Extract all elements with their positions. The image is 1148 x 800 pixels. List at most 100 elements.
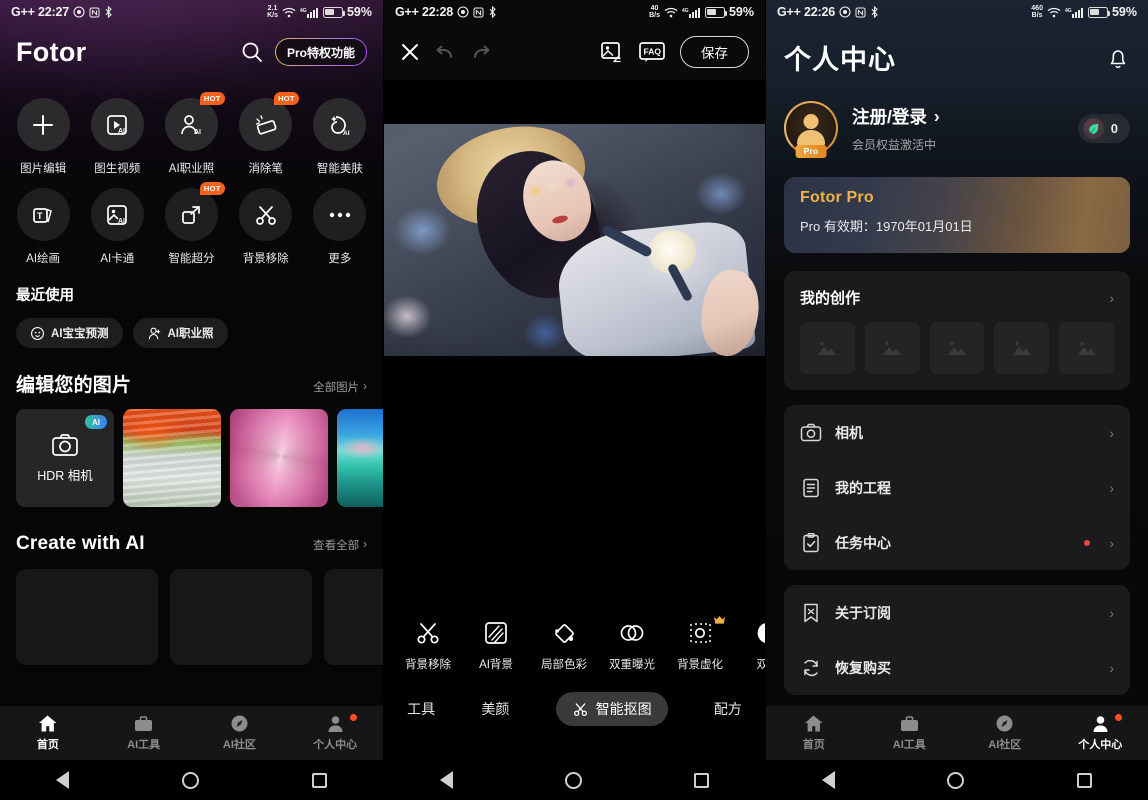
search-icon[interactable] xyxy=(235,35,269,69)
image-placeholder-icon[interactable] xyxy=(994,322,1050,374)
tab-label: AI社区 xyxy=(988,739,1022,751)
tool-eraser[interactable]: HOT 消除笔 xyxy=(229,92,303,176)
editor-tool-strip: 背景移除 AI背景 局部色彩 双重曝光 背景虚化 xyxy=(384,610,765,672)
undo-icon[interactable] xyxy=(434,42,456,62)
image-placeholder-icon[interactable] xyxy=(1059,322,1114,374)
tool-label: AI绘画 xyxy=(26,253,61,265)
points-badge[interactable]: 0 xyxy=(1077,113,1130,143)
recent-chip-ai-headshot[interactable]: AI职业照 xyxy=(132,318,228,348)
menu-group-primary: 相机 › 我的工程 › 任务中心 › xyxy=(784,405,1130,570)
tab-label: 个人中心 xyxy=(313,739,358,751)
wifi-icon xyxy=(1047,7,1061,18)
tab-profile[interactable]: 个人中心 xyxy=(1053,714,1148,752)
faq-icon[interactable]: FAQ xyxy=(638,41,666,63)
tool-smart-skin[interactable]: AI 智能美肤 xyxy=(303,98,377,176)
tool-image-edit[interactable]: 图片编辑 xyxy=(6,98,80,176)
menu-item-my-projects[interactable]: 我的工程 › xyxy=(784,460,1130,515)
recent-chip-ai-baby[interactable]: AI宝宝预测 xyxy=(16,318,123,348)
back-triangle-icon[interactable] xyxy=(56,771,70,789)
edited-photo[interactable] xyxy=(384,124,765,356)
tool-ai-painting[interactable]: T AI绘画 xyxy=(6,188,80,266)
ai-card[interactable] xyxy=(324,569,383,665)
image-placeholder-icon[interactable] xyxy=(864,322,920,374)
hdr-camera-card[interactable]: AI HDR 相机 xyxy=(16,409,114,507)
tab-label: 个人中心 xyxy=(1078,739,1123,751)
ai-card[interactable] xyxy=(170,569,312,665)
tab-profile[interactable]: 个人中心 xyxy=(287,714,383,752)
tool-image-to-video[interactable]: AI 图生视频 xyxy=(80,98,154,176)
tab-label: 智能抠图 xyxy=(595,701,652,717)
photo-thumbnail[interactable] xyxy=(123,409,221,507)
view-all-link[interactable]: 查看全部 › xyxy=(313,537,367,555)
chip-label: AI宝宝预测 xyxy=(51,328,109,340)
person-icon xyxy=(1090,714,1111,733)
tab-ai-tools[interactable]: AI工具 xyxy=(96,714,192,752)
editor-tool-duotone[interactable]: 双色 xyxy=(734,610,765,672)
recent-chip-list: AI宝宝预测 AI职业照 xyxy=(16,318,367,348)
image-placeholder-icon[interactable] xyxy=(929,322,985,374)
image-swap-icon[interactable] xyxy=(600,41,624,63)
tool-ai-headshot[interactable]: HOT AI AI职业照 xyxy=(154,92,228,176)
ai-card[interactable] xyxy=(16,569,158,665)
pro-features-button[interactable]: Pro特权功能 xyxy=(275,38,367,66)
editor-tool-double-exposure[interactable]: 双重曝光 xyxy=(598,610,666,672)
editor-tool-local-color[interactable]: 局部色彩 xyxy=(530,610,598,672)
my-works-header[interactable]: 我的创作 › xyxy=(784,271,1130,308)
tool-super-resolution[interactable]: HOT 智能超分 xyxy=(154,182,228,266)
editor-tab-recipe[interactable]: 配方 xyxy=(714,699,742,719)
save-button[interactable]: 保存 xyxy=(680,36,749,68)
menu-item-restore-purchase[interactable]: 恢复购买 › xyxy=(784,640,1130,695)
profile-row[interactable]: Pro 注册/登录 › 会员权益激活中 0 xyxy=(766,77,1148,158)
bell-icon[interactable] xyxy=(1106,45,1130,70)
menu-item-about-subscription[interactable]: 关于订阅 › xyxy=(784,585,1130,640)
expand-icon xyxy=(164,188,218,241)
menu-item-camera[interactable]: 相机 › xyxy=(784,405,1130,460)
tab-ai-tools[interactable]: AI工具 xyxy=(862,714,958,752)
editor-tool-ai-background[interactable]: AI背景 xyxy=(462,610,530,672)
svg-text:AI: AI xyxy=(118,128,125,135)
close-icon[interactable] xyxy=(400,42,420,62)
photo-thumbnail[interactable] xyxy=(337,409,383,507)
editor-tool-background-blur[interactable]: 背景虚化 xyxy=(666,610,734,672)
menu-label: 我的工程 xyxy=(835,479,891,496)
recents-square-icon[interactable] xyxy=(311,772,327,788)
status-bar: G++ 22:27 2.1 K/s 4G 59% xyxy=(0,0,383,24)
image-ai-icon: AI xyxy=(90,188,144,241)
tab-home[interactable]: 首页 xyxy=(0,714,96,752)
tab-ai-community[interactable]: AI社区 xyxy=(957,714,1053,752)
tab-ai-community[interactable]: AI社区 xyxy=(192,714,288,752)
status-bar: G++ 22:28 40 B/s 4G 59% xyxy=(384,0,765,24)
editor-tab-tools[interactable]: 工具 xyxy=(407,699,435,719)
editor-tab-smart-cutout[interactable]: 智能抠图 xyxy=(555,692,668,726)
recents-square-icon[interactable] xyxy=(694,772,709,788)
home-circle-icon[interactable] xyxy=(947,771,965,789)
editor-tab-beauty[interactable]: 美颜 xyxy=(481,699,509,719)
tool-background-remove[interactable]: 背景移除 xyxy=(229,188,303,266)
android-nav-bar xyxy=(0,760,383,800)
redo-icon[interactable] xyxy=(470,42,492,62)
tool-ai-cartoon[interactable]: AI AI卡通 xyxy=(80,188,154,266)
tab-home[interactable]: 首页 xyxy=(766,714,862,752)
fotor-pro-card[interactable]: Fotor Pro Pro 有效期：1970年01月01日 xyxy=(784,177,1130,253)
editor-tool-background-remove[interactable]: 背景移除 xyxy=(394,610,462,672)
back-triangle-icon[interactable] xyxy=(822,771,836,789)
home-circle-icon[interactable] xyxy=(565,771,582,789)
image-placeholder-icon[interactable] xyxy=(800,322,855,374)
profile-text: 注册/登录 › 会员权益激活中 xyxy=(852,104,1064,153)
back-triangle-icon[interactable] xyxy=(440,771,453,789)
person-icon xyxy=(325,714,346,733)
tool-more[interactable]: 更多 xyxy=(303,188,377,266)
person-ai-icon: AI xyxy=(164,98,218,151)
home-circle-icon[interactable] xyxy=(181,771,199,789)
menu-item-task-center[interactable]: 任务中心 › xyxy=(784,515,1130,570)
profile-login-link[interactable]: 注册/登录 › xyxy=(852,104,1064,129)
link-label: 全部图片 xyxy=(313,382,360,394)
avatar[interactable]: Pro xyxy=(784,101,838,158)
home-icon xyxy=(803,714,824,733)
refresh-icon xyxy=(800,658,822,678)
photo-thumbnail[interactable] xyxy=(230,409,328,507)
all-photos-link[interactable]: 全部图片 › xyxy=(313,379,367,397)
recents-square-icon[interactable] xyxy=(1076,772,1092,788)
toolbox-icon xyxy=(133,714,154,733)
menu-label: 关于订阅 xyxy=(835,604,891,621)
